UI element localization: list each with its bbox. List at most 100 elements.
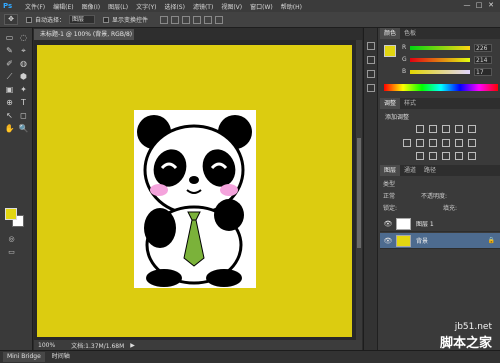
menu-file[interactable]: 文件(F) — [25, 2, 45, 11]
green-value[interactable]: 214 — [474, 55, 492, 64]
align-middle-icon[interactable] — [171, 15, 180, 24]
document-tab[interactable]: 未标题-1 @ 100% (背景, RGB/8) — [34, 29, 134, 40]
black-white-icon[interactable] — [429, 139, 437, 147]
scrollbar-thumb[interactable] — [357, 138, 361, 248]
menu-filter[interactable]: 滤镜(T) — [193, 2, 213, 11]
photo-filter-icon[interactable] — [442, 139, 450, 147]
tab-layers[interactable]: 图层 — [380, 165, 401, 176]
layer-row[interactable]: 👁 图层 1 — [380, 216, 500, 232]
layer-name[interactable]: 图层 1 — [416, 219, 434, 228]
properties-panel-icon[interactable] — [367, 56, 375, 64]
menu-image[interactable]: 图像(I) — [82, 2, 100, 11]
eraser-tool-icon[interactable]: ▣ — [3, 84, 16, 96]
maximize-button[interactable]: □ — [474, 1, 484, 10]
tab-paths[interactable]: 路径 — [420, 165, 440, 176]
show-transform-label: 显示变换控件 — [112, 17, 149, 24]
brush-tool-icon[interactable]: ✎ — [3, 45, 16, 57]
text-tool-icon[interactable]: T — [17, 97, 30, 109]
layer-row[interactable]: 👁 背景 🔒 — [380, 233, 500, 249]
options-bar: ✥ 自动选择： 图层 显示变换控件 — [0, 12, 500, 28]
blur-tool-icon[interactable]: ✦ — [17, 84, 30, 96]
tab-channels[interactable]: 通道 — [400, 165, 420, 176]
eye-icon[interactable]: 👁 — [383, 220, 393, 228]
path-select-tool-icon[interactable]: ↖ — [3, 110, 16, 122]
tab-mini-bridge[interactable]: Mini Bridge — [3, 352, 45, 362]
tab-color[interactable]: 颜色 — [380, 28, 401, 39]
gradient-map-icon[interactable] — [455, 152, 463, 160]
color-spectrum-bar[interactable] — [384, 84, 498, 91]
posterize-icon[interactable] — [429, 152, 437, 160]
auto-select-checkbox[interactable] — [26, 16, 32, 23]
align-bottom-icon[interactable] — [182, 15, 191, 24]
fill-label: 填充: — [443, 205, 458, 212]
adjustments-panel: 添加调整 — [380, 109, 500, 164]
red-value[interactable]: 226 — [474, 43, 492, 52]
shape-tool-icon[interactable]: ◻ — [17, 110, 30, 122]
menu-type[interactable]: 文字(Y) — [136, 2, 156, 11]
show-transform-checkbox[interactable] — [103, 16, 110, 23]
move-tool-preset-icon[interactable]: ✥ — [4, 14, 18, 25]
canvas-vertical-scrollbar[interactable] — [356, 40, 362, 340]
channel-mixer-icon[interactable] — [455, 139, 463, 147]
screen-mode-icon[interactable]: ▭ — [5, 246, 18, 258]
status-menu-arrow-icon[interactable]: ▶ — [130, 342, 135, 349]
tab-timeline[interactable]: 时间轴 — [48, 352, 74, 362]
auto-select-dropdown[interactable]: 图层 — [69, 15, 96, 24]
healing-tool-icon[interactable]: ◍ — [17, 58, 30, 70]
tab-swatches[interactable]: 色板 — [400, 28, 420, 39]
history-panel-icon[interactable] — [367, 42, 375, 50]
menu-window[interactable]: 窗口(W) — [250, 2, 273, 11]
marquee-tool-icon[interactable]: ▭ — [3, 32, 16, 44]
character-panel-icon[interactable] — [367, 70, 375, 78]
menu-view[interactable]: 视图(V) — [221, 2, 242, 11]
layer-filter-dropdown[interactable]: 类型 — [383, 179, 395, 188]
pencil-tool-icon[interactable]: ⟋ — [3, 71, 16, 83]
blend-mode-dropdown[interactable]: 正常 — [383, 191, 395, 200]
hand-tool-icon[interactable]: ✋ — [3, 123, 16, 135]
brightness-icon[interactable] — [416, 125, 424, 133]
hue-saturation-icon[interactable] — [403, 139, 411, 147]
align-top-icon[interactable] — [160, 15, 169, 24]
invert-icon[interactable] — [416, 152, 424, 160]
menu-edit[interactable]: 编辑(E) — [53, 2, 73, 11]
adjust-panel-tabs: 调整 样式 — [380, 98, 500, 109]
stamp-tool-icon[interactable]: ⬢ — [17, 71, 30, 83]
minimize-button[interactable]: — — [462, 1, 472, 10]
vibrance-icon[interactable] — [468, 125, 476, 133]
curves-icon[interactable] — [442, 125, 450, 133]
zoom-level[interactable]: 100% — [38, 342, 55, 349]
menu-layer[interactable]: 图层(L) — [108, 2, 128, 11]
align-buttons — [160, 15, 224, 24]
pen-tool-icon[interactable]: ⊕ — [3, 97, 16, 109]
green-slider[interactable]: G 214 — [402, 55, 498, 64]
crop-tool-icon[interactable]: ⌖ — [17, 45, 30, 57]
red-slider[interactable]: R 226 — [402, 43, 498, 52]
color-balance-icon[interactable] — [416, 139, 424, 147]
menu-select[interactable]: 选择(S) — [164, 2, 185, 11]
tab-styles[interactable]: 样式 — [400, 98, 420, 109]
eye-icon[interactable]: 👁 — [383, 237, 393, 245]
photoshop-logo: Ps — [3, 2, 13, 10]
selective-color-icon[interactable] — [468, 152, 476, 160]
layer-name[interactable]: 背景 — [416, 236, 428, 245]
tab-adjustments[interactable]: 调整 — [380, 98, 401, 109]
threshold-icon[interactable] — [442, 152, 450, 160]
align-left-icon[interactable] — [193, 15, 202, 24]
close-button[interactable]: ✕ — [486, 1, 496, 10]
levels-icon[interactable] — [429, 125, 437, 133]
quick-mask-icon[interactable]: ◎ — [5, 233, 18, 245]
eyedropper-tool-icon[interactable]: ✐ — [3, 58, 16, 70]
zoom-tool-icon[interactable]: 🔍 — [17, 123, 30, 135]
blue-slider[interactable]: B 17 — [402, 67, 498, 76]
align-center-icon[interactable] — [204, 15, 213, 24]
canvas[interactable] — [37, 45, 352, 337]
color-lookup-icon[interactable] — [468, 139, 476, 147]
color-panel-foreground-swatch[interactable] — [384, 45, 396, 57]
align-right-icon[interactable] — [215, 15, 224, 24]
lasso-tool-icon[interactable]: ◌ — [17, 32, 30, 44]
paragraph-panel-icon[interactable] — [367, 84, 375, 92]
blue-value[interactable]: 17 — [474, 67, 492, 76]
exposure-icon[interactable] — [455, 125, 463, 133]
foreground-color-swatch[interactable] — [5, 208, 17, 220]
menu-help[interactable]: 帮助(H) — [281, 2, 302, 11]
